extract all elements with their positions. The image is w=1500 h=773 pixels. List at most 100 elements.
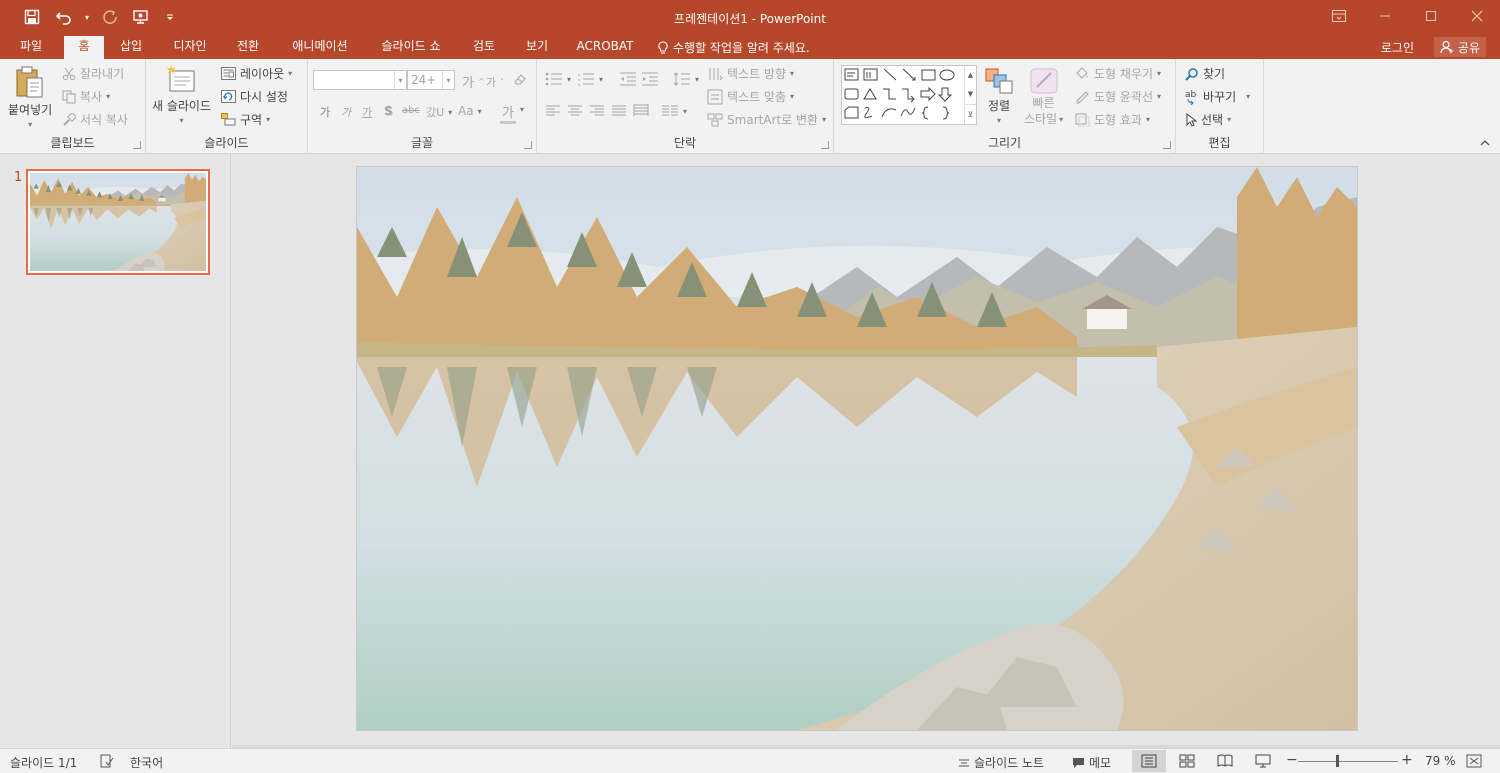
close-icon[interactable] xyxy=(1454,0,1500,32)
find-button[interactable]: 찾기 xyxy=(1185,65,1225,82)
fit-to-window-icon[interactable] xyxy=(1466,754,1482,768)
font-color-dropdown-icon[interactable]: ▾ xyxy=(520,105,524,114)
font-size-box[interactable]: 24+ ▾ xyxy=(407,70,455,90)
increase-indent-button[interactable] xyxy=(641,72,659,86)
slide-sorter-button[interactable] xyxy=(1170,750,1204,772)
tab-animations[interactable]: 애니메이션 xyxy=(282,36,358,59)
align-text-icon xyxy=(707,89,723,105)
replace-button[interactable]: ab 바꾸기 ▾ xyxy=(1185,88,1250,105)
cut-button[interactable]: 잘라내기 xyxy=(62,65,124,82)
tab-home[interactable]: 홈 xyxy=(64,36,104,59)
select-button[interactable]: 선택 ▾ xyxy=(1185,111,1231,128)
tab-review[interactable]: 검토 xyxy=(464,36,504,59)
tab-file[interactable]: 파일 xyxy=(8,36,54,59)
shape-effects-button[interactable]: 도형 효과 ▾ xyxy=(1074,111,1150,128)
magnifier-icon xyxy=(1185,67,1199,81)
slide-thumbnail-pane[interactable]: 1 xyxy=(0,154,231,748)
underline-button[interactable]: 가 xyxy=(362,104,372,120)
new-slide-button[interactable]: 새 슬라이드 ▾ xyxy=(152,65,211,125)
zoom-out-icon[interactable]: − xyxy=(1286,752,1298,768)
shape-outline-button[interactable]: 도형 윤곽선 ▾ xyxy=(1074,88,1161,105)
new-slide-dropdown-icon[interactable]: ▾ xyxy=(180,116,184,125)
reset-button[interactable]: 다시 설정 xyxy=(221,88,288,105)
sign-in-link[interactable]: 로그인 xyxy=(1381,39,1414,56)
font-dialog-launcher-icon[interactable] xyxy=(524,141,532,149)
copy-button[interactable]: 복사 ▾ xyxy=(62,88,110,105)
collapse-ribbon-icon[interactable] xyxy=(1480,137,1490,147)
minimize-icon[interactable] xyxy=(1362,0,1408,32)
font-name-dropdown-icon[interactable]: ▾ xyxy=(394,71,406,89)
align-center-button[interactable] xyxy=(567,105,583,117)
maximize-icon[interactable] xyxy=(1408,0,1454,32)
paste-button[interactable]: 붙여넣기 ▾ xyxy=(8,65,52,129)
distributed-button[interactable] xyxy=(633,103,649,117)
clipboard-dialog-launcher-icon[interactable] xyxy=(133,141,141,149)
justify-button[interactable] xyxy=(611,105,627,117)
slide-thumbnail[interactable] xyxy=(26,169,210,275)
share-button[interactable]: 공유 xyxy=(1433,37,1486,57)
font-name-box[interactable]: ▾ xyxy=(313,70,407,90)
align-text-button[interactable]: 텍스트 맞춤 ▾ xyxy=(707,88,794,105)
character-spacing-button[interactable]: 갔U ▾ xyxy=(426,104,452,120)
shapes-gallery-scroll[interactable]: ▲ ▼ ⊻ xyxy=(964,66,976,124)
tab-acrobat[interactable]: ACROBAT xyxy=(570,36,640,59)
strikethrough-button[interactable]: abc xyxy=(402,105,420,116)
clear-formatting-button[interactable] xyxy=(512,71,528,87)
convert-smartart-button[interactable]: SmartArt로 변환 ▾ xyxy=(707,111,826,128)
italic-button[interactable]: 가 xyxy=(341,104,351,120)
tab-insert[interactable]: 삽입 xyxy=(112,36,150,59)
paste-dropdown-icon[interactable]: ▾ xyxy=(28,120,32,129)
layout-button[interactable]: 레이아웃 ▾ xyxy=(221,65,292,82)
shrink-font-button[interactable]: 가ˇ xyxy=(486,74,504,90)
tell-me-box[interactable]: 수행할 작업을 알려 주세요. xyxy=(657,39,810,56)
tab-transitions[interactable]: 전환 xyxy=(226,36,270,59)
zoom-slider[interactable] xyxy=(1298,761,1398,762)
comments-button[interactable]: 메모 xyxy=(1072,754,1111,771)
spelling-check-icon[interactable] xyxy=(100,754,114,768)
decrease-indent-button[interactable] xyxy=(619,72,637,86)
status-bar: 슬라이드 1/1 한국어 슬라이드 노트 메모 − + 79 % xyxy=(0,748,1500,773)
change-case-button[interactable]: Aa ▾ xyxy=(458,104,482,118)
zoom-level[interactable]: 79 % xyxy=(1425,754,1456,768)
tab-slideshow[interactable]: 슬라이드 쇼 xyxy=(370,36,452,59)
line-spacing-button[interactable]: ▾ xyxy=(673,72,699,86)
align-left-button[interactable] xyxy=(545,105,561,117)
slide-editor[interactable] xyxy=(232,154,1500,748)
align-right-button[interactable] xyxy=(589,105,605,117)
paragraph-dialog-launcher-icon[interactable] xyxy=(821,141,829,149)
text-direction-button[interactable]: 텍스트 방향 ▾ xyxy=(707,65,794,82)
copy-dropdown-icon[interactable]: ▾ xyxy=(106,92,110,101)
zoom-slider-thumb[interactable] xyxy=(1336,755,1339,767)
grow-font-button[interactable]: 가 ^ xyxy=(462,72,485,91)
bullets-button[interactable]: ▾ xyxy=(545,72,571,86)
bold-button[interactable]: 가 xyxy=(320,104,330,120)
tab-view[interactable]: 보기 xyxy=(516,36,558,59)
columns-button[interactable]: ▾ xyxy=(661,105,687,117)
shapes-scroll-up-icon[interactable]: ▲ xyxy=(965,66,976,85)
language-indicator[interactable]: 한국어 xyxy=(130,754,163,771)
quick-styles-button[interactable]: 빠른 스타일 ▾ xyxy=(1024,67,1063,127)
shapes-gallery[interactable]: ▲ ▼ ⊻ xyxy=(841,65,977,125)
normal-view-button[interactable] xyxy=(1132,750,1166,772)
drawing-dialog-launcher-icon[interactable] xyxy=(1163,141,1171,149)
shadow-button[interactable]: S xyxy=(384,104,393,118)
zoom-in-icon[interactable]: + xyxy=(1401,752,1413,768)
shape-fill-button[interactable]: 도형 채우기 ▾ xyxy=(1074,65,1161,82)
section-button[interactable]: 구역 ▾ xyxy=(221,111,270,128)
numbering-button[interactable]: ▾ xyxy=(577,72,603,86)
shapes-more-icon[interactable]: ⊻ xyxy=(965,104,976,123)
format-painter-button[interactable]: 서식 복사 xyxy=(62,111,128,128)
notes-icon xyxy=(958,757,970,769)
slide-canvas[interactable] xyxy=(356,166,1358,731)
notes-button[interactable]: 슬라이드 노트 xyxy=(958,754,1044,771)
tab-design[interactable]: 디자인 xyxy=(164,36,216,59)
lake-landscape-image[interactable] xyxy=(357,167,1357,730)
arrange-button[interactable]: 정렬 ▾ xyxy=(984,67,1014,125)
font-size-dropdown-icon[interactable]: ▾ xyxy=(442,71,454,89)
font-color-button[interactable]: 가 xyxy=(500,102,516,124)
ribbon-display-options-icon[interactable] xyxy=(1316,0,1362,32)
slideshow-view-button[interactable] xyxy=(1246,750,1280,772)
clipboard-group-label: 클립보드 xyxy=(50,136,95,150)
reading-view-button[interactable] xyxy=(1208,750,1242,772)
shapes-scroll-down-icon[interactable]: ▼ xyxy=(965,85,976,104)
